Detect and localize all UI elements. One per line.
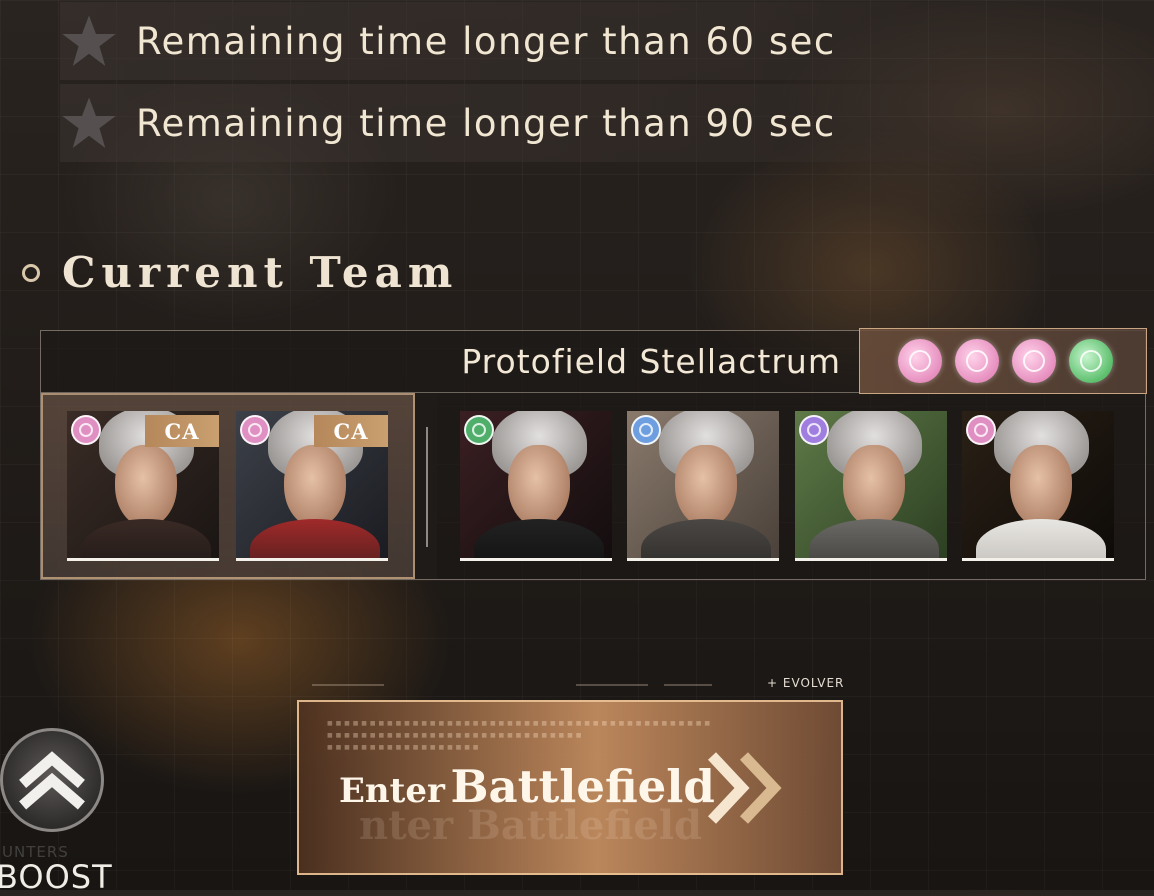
pink-orb-icon <box>71 415 101 445</box>
double-chevron-up-icon <box>19 751 85 810</box>
evolver-tag: + EVOLVER <box>767 676 845 690</box>
bullet-icon <box>22 263 40 282</box>
deco-line <box>312 684 384 686</box>
slot-divider-line <box>426 427 428 547</box>
support-card-2[interactable]: CA <box>236 411 388 561</box>
enter-battlefield-button[interactable]: ■ ■ ■ ■ ■ ■ ■ ■ ■ ■ ■ ■ ■ ■ ■ ■ ■ ■ ■ ■ … <box>297 700 843 875</box>
formation-header[interactable]: Protofield Stellactrum <box>41 331 859 393</box>
current-team-title: Current Team <box>62 248 459 297</box>
blue-orb-icon <box>631 415 661 445</box>
pink-orb-icon <box>1012 339 1056 383</box>
formation-name: Protofield Stellactrum <box>461 342 841 381</box>
boost-label: BOOST <box>0 858 113 896</box>
deco-text: ■ ■ ■ ■ ■ ■ ■ ■ ■ ■ ■ ■ ■ ■ ■ ■ ■ ■ <box>327 744 479 751</box>
pink-orb-icon <box>240 415 270 445</box>
ca-tag: CA <box>314 415 388 447</box>
pink-orb-icon <box>955 339 999 383</box>
team-panel[interactable]: Protofield Stellactrum CA CA <box>40 328 1147 580</box>
team-card-4[interactable] <box>962 411 1114 561</box>
team-card-2[interactable] <box>627 411 779 561</box>
boost-button[interactable] <box>0 728 104 832</box>
deco-text: ■ ■ ■ ■ ■ ■ ■ ■ ■ ■ ■ ■ ■ ■ ■ ■ ■ ■ ■ ■ … <box>327 720 711 727</box>
deco-line <box>664 684 712 686</box>
pink-orb-icon <box>966 415 996 445</box>
condition-row-1: Remaining time longer than 60 sec <box>60 2 836 80</box>
green-orb-icon <box>464 415 494 445</box>
ca-tag: CA <box>145 415 219 447</box>
star-icon <box>62 15 116 66</box>
condition-text: Remaining time longer than 90 sec <box>136 101 836 145</box>
deco-line <box>576 684 648 686</box>
team-card-3[interactable] <box>795 411 947 561</box>
green-orb-icon <box>1069 339 1113 383</box>
star-icon <box>62 97 116 148</box>
team-card-1[interactable] <box>460 411 612 561</box>
support-card-1[interactable]: CA <box>67 411 219 561</box>
purple-orb-icon <box>799 415 829 445</box>
enter-battlefield-label: Enter Battlefield <box>339 760 715 813</box>
section-title: Current Team <box>22 248 458 297</box>
formation-elements[interactable] <box>859 328 1147 394</box>
double-chevron-right-icon <box>707 752 782 824</box>
enter-label-small: Enter <box>339 771 445 811</box>
condition-row-2: Remaining time longer than 90 sec <box>60 84 836 162</box>
deco-text: ■ ■ ■ ■ ■ ■ ■ ■ ■ ■ ■ ■ ■ ■ ■ ■ ■ ■ ■ ■ … <box>327 732 582 739</box>
enter-label-big: Battlefield <box>450 760 715 813</box>
pink-orb-icon <box>898 339 942 383</box>
condition-text: Remaining time longer than 60 sec <box>136 19 836 63</box>
